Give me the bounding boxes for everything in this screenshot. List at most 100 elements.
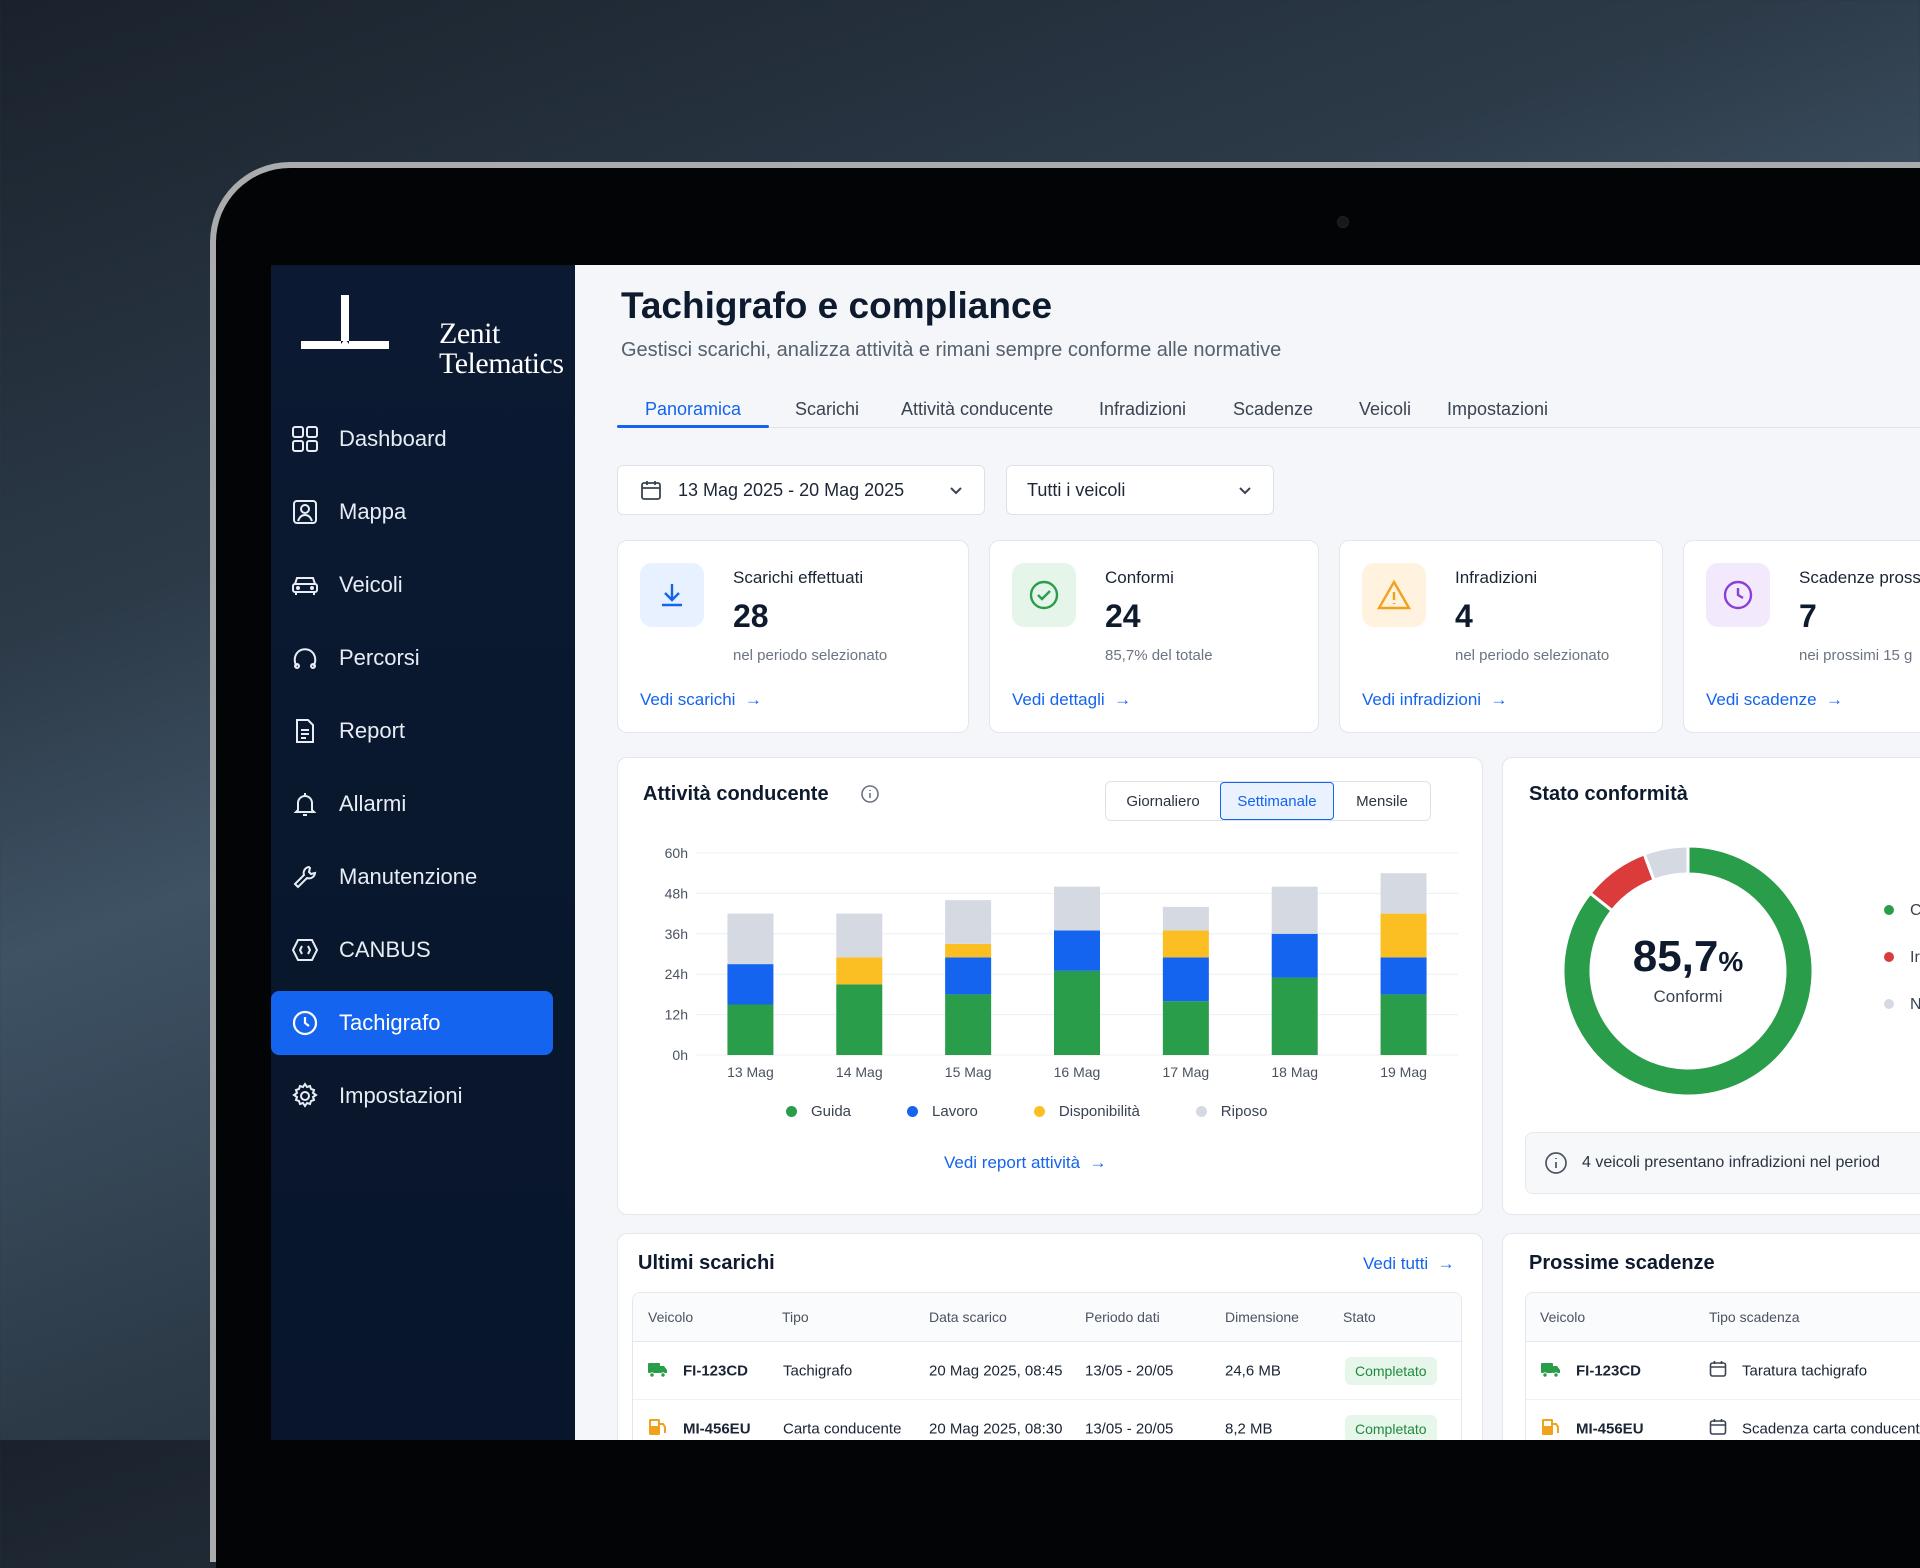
bar-segment-guida[interactable] <box>1271 977 1318 1055</box>
arrow-right-icon: → <box>1821 690 1844 709</box>
table-row[interactable]: FI-123CD Taratura tachigrafo <box>1526 1342 1920 1400</box>
x-tick-label: 14 Mag <box>836 1064 883 1080</box>
bar-segment-guida[interactable] <box>727 1004 774 1056</box>
vehicle-plate: MI-456EU <box>1576 1420 1644 1437</box>
see-all-link[interactable]: Vedi tutti → <box>1363 1254 1455 1274</box>
vehicle-select[interactable]: Tutti i veicoli <box>1006 465 1274 515</box>
bell-icon <box>289 788 321 820</box>
brand-line2: Telematics <box>439 347 564 380</box>
grid-icon <box>289 423 321 455</box>
bar-segment-riposo[interactable] <box>945 900 992 944</box>
legend-swatch <box>1195 1106 1207 1117</box>
column-header: Dimensione <box>1225 1309 1299 1325</box>
table-row[interactable]: MI-456EU Scadenza carta conducent <box>1526 1400 1920 1440</box>
sidebar-item-manutenzione[interactable]: Manutenzione <box>271 845 553 909</box>
kpi-label: Conformi <box>1105 568 1174 587</box>
calendar-icon <box>1709 1360 1727 1382</box>
sidebar-item-dashboard[interactable]: Dashboard <box>271 407 553 471</box>
brand-logo[interactable]: Zenit Telematics <box>301 291 564 379</box>
bar-segment-lavoro[interactable] <box>1271 933 1318 978</box>
donut-label: Conformi <box>1653 987 1723 1006</box>
map-icon <box>289 496 321 528</box>
bar-segment-disponibilit[interactable] <box>836 957 883 985</box>
y-tick-label: 24h <box>665 966 688 982</box>
sidebar-item-label: Tachigrafo <box>339 1010 441 1035</box>
legend-swatch <box>1033 1106 1045 1117</box>
kpi-sub: nel periodo selezionato <box>1455 647 1610 664</box>
arrow-right-icon: → <box>740 690 762 709</box>
sidebar-item-veicoli[interactable]: Veicoli <box>271 553 553 617</box>
date-range-select[interactable]: 13 Mag 2025 - 20 Mag 2025 <box>617 465 985 515</box>
bar-segment-disponibilit[interactable] <box>945 943 992 958</box>
bar-segment-riposo[interactable] <box>1162 906 1209 931</box>
page-title: Tachigrafo e compliance <box>621 285 1053 326</box>
bar-segment-guida[interactable] <box>945 994 992 1055</box>
table-row[interactable]: FI-123CD Tachigrafo 20 Mag 2025, 08:45 1… <box>633 1342 1461 1400</box>
tab-impostazioni[interactable]: Impostazioni <box>1447 399 1548 420</box>
bar-segment-guida[interactable] <box>1162 1001 1209 1055</box>
sidebar-item-impostazioni[interactable]: Impostazioni <box>271 1064 553 1128</box>
sidebar-item-canbus[interactable]: CANBUS <box>271 918 553 982</box>
bar-segment-lavoro[interactable] <box>1162 957 1209 1002</box>
bar-segment-lavoro[interactable] <box>727 964 774 1005</box>
legend-item-guida: Guida <box>786 1103 851 1120</box>
bar-segment-guida[interactable] <box>836 984 883 1055</box>
kpi-link-scarichi[interactable]: Vedi scarichi → <box>640 690 762 710</box>
kpi-link-infradizioni[interactable]: Vedi infradizioni → <box>1362 690 1508 710</box>
download-type: Tachigrafo <box>783 1362 853 1379</box>
brand-name: Zenit Telematics <box>439 319 564 379</box>
kpi-sub: nei prossimi 15 g <box>1799 647 1913 664</box>
file-size: 8,2 MB <box>1225 1420 1273 1437</box>
sidebar-item-report[interactable]: Report <box>271 699 553 763</box>
deadlines-card: Prossime scadenze Veicolo Tipo scadenza … <box>1502 1233 1920 1440</box>
bar-segment-riposo[interactable] <box>1054 886 1100 931</box>
file-size: 24,6 MB <box>1225 1362 1281 1379</box>
sidebar-item-tachigrafo[interactable]: Tachigrafo <box>271 991 553 1055</box>
sidebar-item-mappa[interactable]: Mappa <box>271 480 553 544</box>
webcam <box>1337 216 1349 228</box>
bar-segment-lavoro[interactable] <box>1054 930 1100 971</box>
donut-slice[interactable] <box>1642 844 1690 883</box>
donut-value: 85,7 <box>1632 932 1719 981</box>
tab-infradizioni[interactable]: Infradizioni <box>1099 399 1186 420</box>
bar-segment-lavoro[interactable] <box>945 957 992 995</box>
sidebar-item-allarmi[interactable]: Allarmi <box>271 772 553 836</box>
bar-segment-lavoro[interactable] <box>1380 957 1427 995</box>
brand-line1: Zenit <box>439 317 500 350</box>
bar-segment-guida[interactable] <box>1380 994 1427 1055</box>
bar-segment-guida[interactable] <box>1054 970 1100 1055</box>
activity-report-link[interactable]: Vedi report attività → <box>944 1153 1107 1173</box>
sidebar-item-percorsi[interactable]: Percorsi <box>271 626 553 690</box>
bar-segment-riposo[interactable] <box>1380 873 1427 914</box>
deadlines-title: Prossime scadenze <box>1529 1252 1715 1274</box>
donut-slice[interactable] <box>1588 852 1656 913</box>
bar-segment-riposo[interactable] <box>1271 886 1318 934</box>
legend-label: Guida <box>811 1103 852 1120</box>
bar-segment-riposo[interactable] <box>727 913 774 965</box>
legend-label: N <box>1910 996 1920 1013</box>
download-icon <box>640 563 704 627</box>
y-tick-label: 12h <box>665 1007 688 1023</box>
sidebar-item-label: Impostazioni <box>339 1083 463 1108</box>
gear-icon <box>289 1080 321 1112</box>
last-downloads-card: Ultimi scarichi Vedi tutti → Veicolo Tip… <box>617 1233 1483 1440</box>
bar-segment-riposo[interactable] <box>836 913 883 958</box>
bar-segment-disponibilit[interactable] <box>1162 930 1209 958</box>
kpi-card-infradizioni: Infradizioni 4 nel periodo selezionato V… <box>1339 540 1663 733</box>
app-screen: Zenit Telematics Dashboard Mappa Veicoli… <box>271 265 1920 1440</box>
tab-scarichi[interactable]: Scarichi <box>795 399 859 420</box>
tab-scadenze[interactable]: Scadenze <box>1233 399 1313 420</box>
car-icon <box>289 569 321 601</box>
table-row[interactable]: MI-456EU Carta conducente 20 Mag 2025, 0… <box>633 1400 1461 1440</box>
kpi-link-scadenze[interactable]: Vedi scadenze → <box>1706 690 1843 710</box>
tab-attivita-conducente[interactable]: Attività conducente <box>901 399 1053 420</box>
tab-panoramica[interactable]: Panoramica <box>645 399 741 420</box>
legend-swatch <box>1884 999 1894 1009</box>
bar-segment-disponibilit[interactable] <box>1380 913 1427 958</box>
tab-veicoli[interactable]: Veicoli <box>1359 399 1411 420</box>
x-tick-label: 18 Mag <box>1271 1064 1318 1080</box>
deadline-type: Scadenza carta conducent <box>1742 1420 1920 1437</box>
fuel-icon <box>647 1416 669 1441</box>
download-type: Carta conducente <box>783 1420 902 1437</box>
kpi-link-dettagli[interactable]: Vedi dettagli → <box>1012 690 1131 710</box>
